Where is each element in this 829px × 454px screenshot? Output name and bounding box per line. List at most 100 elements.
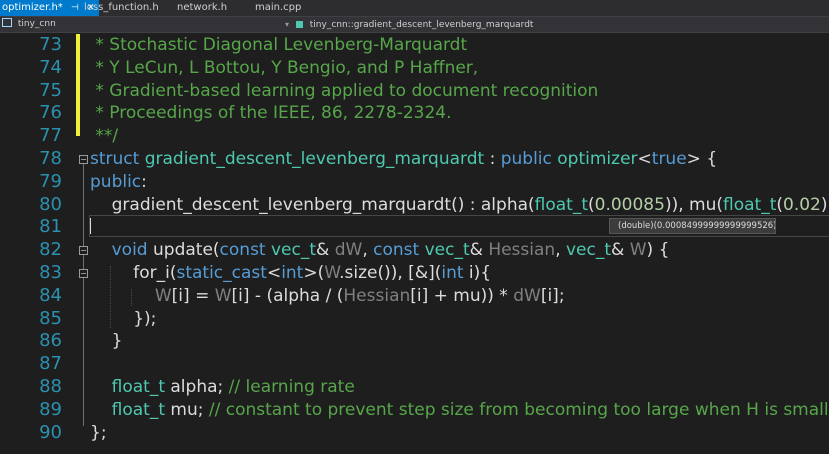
fold-toggle-icon[interactable]: −	[79, 155, 88, 164]
code-token: [i] + mu)) *	[410, 285, 514, 306]
tab-label: main.cpp	[255, 2, 302, 13]
code-line[interactable]: public:	[90, 171, 147, 193]
code-token: ,	[362, 240, 374, 261]
line-number: 79	[39, 170, 62, 192]
code-token: float_t	[534, 194, 588, 215]
code-token: int	[281, 263, 304, 283]
code-line[interactable]: * Y LeCun, L Bottou, Y Bengio, and P Haf…	[90, 57, 478, 79]
code-token: <	[637, 149, 652, 169]
indent-guide	[110, 266, 111, 329]
code-token: mu;	[164, 399, 209, 420]
navigation-bar: tiny_cnn ▾ tiny_cnn::gradient_descent_le…	[0, 17, 829, 33]
tab-label: network.h	[177, 2, 228, 13]
code-token: optimizer	[557, 149, 638, 169]
code-line[interactable]: gradient_descent_levenberg_marquardt() :…	[90, 194, 829, 216]
fold-toggle-icon[interactable]: −	[79, 269, 88, 278]
project-dropdown[interactable]: tiny_cnn	[2, 17, 56, 32]
document-tab-bar: optimizer.h* ⊣ ✕ loss_function.h network…	[0, 0, 829, 17]
line-number: 89	[39, 398, 62, 420]
code-token: }	[90, 331, 123, 352]
code-token: Hessian	[343, 285, 411, 306]
code-token: (	[776, 194, 783, 215]
tab-label: optimizer.h*	[2, 2, 63, 13]
code-token: [i] - (alpha / (	[231, 285, 344, 306]
line-number: 83	[39, 262, 62, 283]
line-number: 85	[39, 307, 62, 329]
fold-region-line	[83, 278, 84, 312]
code-token: true	[651, 149, 687, 169]
code-token: W	[214, 285, 232, 306]
code-line[interactable]: * Stochastic Diagonal Levenberg-Marquard…	[90, 34, 467, 56]
code-token: float_t	[111, 399, 165, 420]
code-line[interactable]: W[i] = W[i] - (alpha / (Hessian[i] + mu)…	[90, 285, 565, 307]
text-caret	[90, 218, 91, 234]
code-line[interactable]: }	[90, 330, 123, 352]
code-token: // constant to prevent step size from be…	[208, 399, 829, 420]
code-token: // learning rate	[228, 377, 355, 397]
pin-icon[interactable]: ⊣	[71, 3, 79, 13]
line-number: 84	[39, 284, 62, 306]
unsaved-change-indicator	[76, 34, 80, 136]
code-line[interactable]: for_i(static_cast<int>(W.size()), [&](in…	[90, 262, 491, 284]
code-token: )), mu(	[664, 194, 723, 215]
line-number: 75	[39, 79, 62, 101]
code-token: alpha;	[164, 377, 229, 397]
scope-label: tiny_cnn::gradient_descent_levenberg_mar…	[309, 20, 534, 30]
code-editor[interactable]: 73 74 75 76 77 78 79 80 81 82 83 84 85 86 87 88 89 90 * S…	[0, 33, 829, 454]
code-token: :	[141, 171, 147, 192]
quickinfo-tooltip: (double)(0.00084999999999999526)	[609, 218, 776, 234]
code-line[interactable]: };	[90, 422, 107, 444]
code-line[interactable]: float_t mu; // constant to prevent step …	[90, 399, 829, 421]
project-label: tiny_cnn	[17, 19, 56, 29]
code-line[interactable]: * Gradient-based learning applied to doc…	[90, 80, 598, 102]
code-token: * Y LeCun, L Bottou, Y Bengio, and P Haf…	[90, 57, 479, 78]
line-number: 80	[39, 193, 62, 215]
code-token: void	[111, 240, 154, 261]
struct-icon	[295, 21, 303, 28]
code-line[interactable]: void update(const vec_t& dW, const vec_t…	[90, 239, 670, 261]
code-token: W	[629, 240, 647, 261]
code-token: **/	[90, 126, 119, 147]
code-token: [i];	[540, 285, 565, 306]
code-token: [i] =	[171, 285, 215, 306]
code-token: vec_t	[566, 240, 612, 261]
code-token: for_i(	[90, 263, 177, 283]
code-line[interactable]: * Proceedings of the IEEE, 86, 2278-2324…	[90, 102, 451, 124]
project-icon	[2, 18, 12, 27]
code-token: ,	[555, 240, 566, 261]
fold-toggle-icon[interactable]: −	[79, 246, 88, 256]
code-line[interactable]: struct gradient_descent_levenberg_marqua…	[90, 148, 717, 170]
code-token: )) {}	[820, 194, 829, 215]
tab-loss-function-h[interactable]: loss_function.h	[84, 0, 159, 16]
code-token: const	[219, 240, 271, 261]
scope-dropdown[interactable]: ▾ tiny_cnn::gradient_descent_levenberg_m…	[285, 17, 533, 32]
code-token: float_t	[723, 194, 777, 215]
code-token: > {	[686, 149, 718, 169]
tab-main-cpp[interactable]: main.cpp	[255, 0, 301, 16]
code-line[interactable]: });	[90, 308, 156, 330]
code-token: * Gradient-based learning applied to doc…	[90, 80, 599, 101]
line-number: 73	[39, 34, 62, 55]
code-line[interactable]: float_t alpha; // learning rate	[90, 376, 355, 398]
line-number: 76	[39, 102, 62, 124]
line-number: 86	[39, 330, 62, 352]
code-token: };	[90, 422, 107, 443]
line-number: 77	[39, 125, 62, 147]
code-line[interactable]: **/	[90, 125, 118, 147]
code-token: <	[266, 263, 282, 283]
tab-network-h[interactable]: network.h	[177, 0, 227, 16]
code-token: float_t	[111, 377, 165, 397]
code-token: .size()), [&](	[339, 263, 442, 283]
code-token: const	[373, 240, 425, 261]
code-token: W	[324, 263, 340, 283]
line-number: 88	[39, 376, 62, 397]
code-token: >(	[303, 263, 325, 283]
code-token: public	[90, 171, 142, 192]
line-number: 74	[39, 56, 62, 78]
code-token: 0.00085	[594, 194, 665, 215]
line-number: 87	[39, 353, 62, 375]
code-token: ) {	[646, 240, 670, 261]
